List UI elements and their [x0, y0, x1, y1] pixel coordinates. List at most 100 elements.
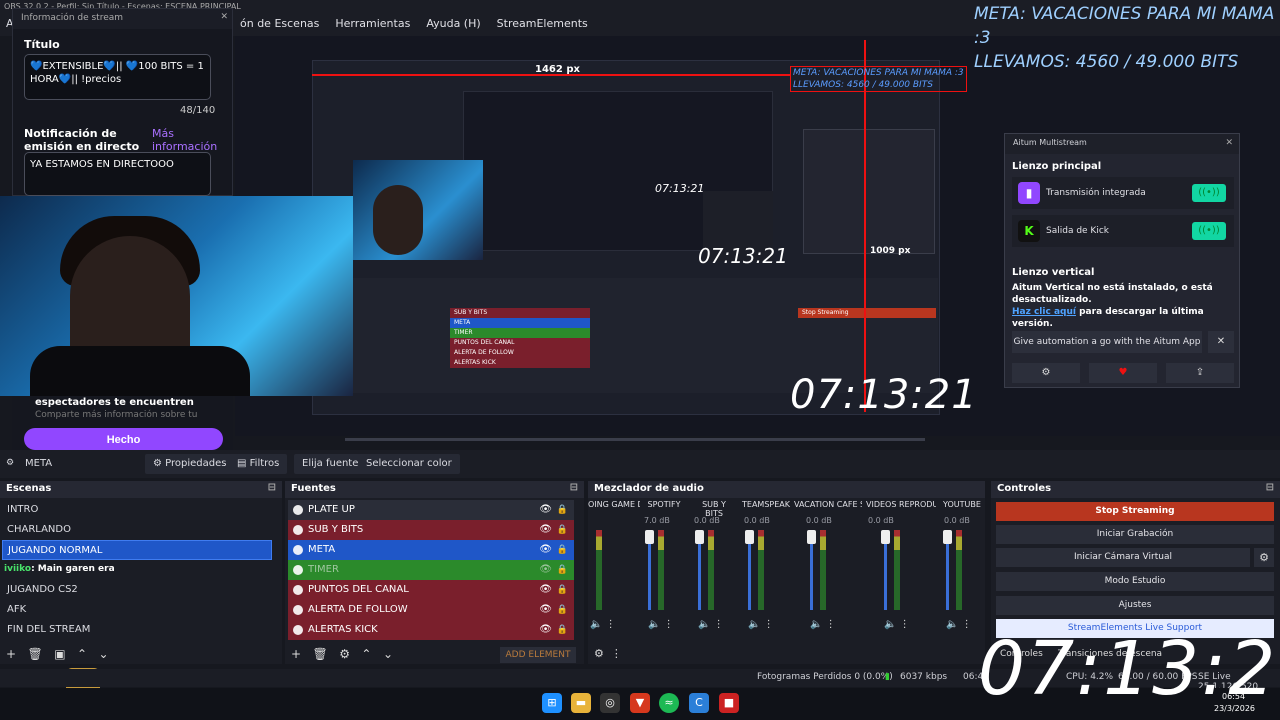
source-alertas-kick[interactable]: ALERTAS KICK 👁 🔒 — [288, 620, 574, 640]
app-red-icon[interactable]: ■ — [719, 693, 739, 713]
obs-icon[interactable]: ◎ — [600, 693, 620, 713]
properties-button[interactable]: ⚙ Propiedades — [145, 454, 235, 474]
filters-button[interactable]: ▤ Filtros — [229, 454, 288, 474]
visibility-eye-icon[interactable]: 👁 — [539, 620, 552, 640]
sources-title-label: Fuentes — [291, 483, 336, 494]
move-up-icon[interactable]: ⌃ — [77, 647, 87, 661]
source-alerta-de-follow[interactable]: ALERTA DE FOLLOW 👁 🔒 — [288, 600, 574, 620]
visibility-eye-icon[interactable]: 👁 — [539, 560, 552, 580]
mute-icon[interactable]: 🔈 ⋮ — [884, 619, 910, 630]
lock-icon[interactable]: 🔒 — [557, 600, 568, 620]
virtual-camera-settings-icon[interactable]: ⚙ — [1254, 548, 1274, 567]
lock-icon[interactable]: 🔒 — [557, 500, 568, 520]
remove-source-icon[interactable]: 🗑 — [313, 647, 328, 661]
select-color-button[interactable]: Seleccionar color — [358, 454, 460, 474]
fader-knob[interactable] — [943, 530, 952, 544]
meta-source-preview[interactable]: META: VACACIONES PARA MI MAMA :3 LLEVAMO… — [790, 66, 967, 92]
source-meta[interactable]: META 👁 🔒 — [288, 540, 574, 560]
brave-icon[interactable]: ▼ — [630, 693, 650, 713]
scene-intro[interactable]: INTRO — [2, 500, 272, 520]
lock-icon[interactable]: 🔒 — [557, 540, 568, 560]
aitum-close-icon[interactable]: ✕ — [1225, 138, 1233, 148]
source-timer[interactable]: TIMER 👁 🔒 — [288, 560, 574, 580]
pick-source-button[interactable]: Elija fuente — [294, 454, 367, 474]
fader-knob[interactable] — [645, 530, 654, 544]
stop-streaming-button[interactable]: Stop Streaming — [996, 502, 1274, 521]
mute-icon[interactable]: 🔈 ⋮ — [648, 619, 674, 630]
start-recording-button[interactable]: Iniciar Grabación — [996, 525, 1274, 544]
lock-icon[interactable]: 🔒 — [557, 560, 568, 580]
lock-icon[interactable]: 🔒 — [557, 580, 568, 600]
add-element-button[interactable]: ADD ELEMENT — [500, 647, 576, 663]
source-sub-y-bits[interactable]: SUB Y BITS 👁 🔒 — [288, 520, 574, 540]
controls-options-icon[interactable]: ⊟ — [1266, 482, 1274, 493]
source-puntos-label: PUNTOS DEL CANAL — [308, 584, 409, 595]
notif-input[interactable]: YA ESTAMOS EN DIRECTOOO — [24, 152, 211, 196]
mixer-settings-icon[interactable]: ⚙ — [594, 647, 604, 660]
aitum-share-icon[interactable]: ⇪ — [1166, 363, 1234, 383]
mute-icon[interactable]: 🔈 ⋮ — [810, 619, 836, 630]
visibility-eye-icon[interactable]: 👁 — [539, 500, 552, 520]
scene-afk[interactable]: AFK — [2, 600, 272, 620]
aitum-heart-icon[interactable]: ♥ — [1089, 363, 1157, 383]
add-source-icon[interactable]: + — [291, 647, 301, 661]
fader-knob[interactable] — [807, 530, 816, 544]
visibility-eye-icon[interactable]: 👁 — [539, 600, 552, 620]
source-down-icon[interactable]: ⌄ — [383, 647, 393, 661]
scene-jugando-cs2[interactable]: JUGANDO CS2 — [2, 580, 272, 600]
more-info-link[interactable]: Más información — [152, 127, 217, 153]
mute-icon[interactable]: 🔈 ⋮ — [946, 619, 972, 630]
kick-toggle-button[interactable]: ((•)) — [1192, 222, 1226, 240]
menu-help[interactable]: Ayuda (H) — [426, 17, 480, 30]
windows-start-icon[interactable]: ⊞ — [542, 693, 562, 713]
preview-scrollbar[interactable] — [345, 438, 925, 441]
fader-knob[interactable] — [881, 530, 890, 544]
remove-scene-icon[interactable]: 🗑 — [28, 647, 43, 661]
scene-charlando[interactable]: CHARLANDO — [2, 520, 272, 540]
aitum-give-automation-button[interactable]: Give automation a go with the Aitum App — [1012, 331, 1202, 353]
sources-title: Fuentes ⊟ — [285, 481, 584, 498]
aitum-dismiss-icon[interactable]: ✕ — [1208, 331, 1234, 353]
source-type-icon — [293, 605, 303, 615]
mute-icon[interactable]: 🔈 ⋮ — [748, 619, 774, 630]
sources-options-icon[interactable]: ⊟ — [570, 482, 578, 493]
source-up-icon[interactable]: ⌃ — [361, 647, 371, 661]
done-button[interactable]: Hecho — [24, 428, 223, 450]
mixer-menu-icon[interactable]: ⋮ — [611, 647, 622, 660]
visibility-eye-icon[interactable]: 👁 — [539, 580, 552, 600]
scene-fin-del-stream[interactable]: FIN DEL STREAM — [2, 620, 272, 640]
menu-scene-collection[interactable]: ón de Escenas — [240, 17, 319, 30]
properties-gear-icon: ⚙ — [153, 458, 166, 469]
fader-knob[interactable] — [695, 530, 704, 544]
title-input[interactable]: 💙EXTENSIBLE💙|| 💙100 BITS = 1 HORA💙|| !pr… — [24, 54, 211, 100]
fader-knob[interactable] — [745, 530, 754, 544]
spotify-icon[interactable]: ≈ — [659, 693, 679, 713]
source-puntos-del-canal[interactable]: PUNTOS DEL CANAL 👁 🔒 — [288, 580, 574, 600]
file-explorer-icon[interactable]: ▬ — [571, 693, 591, 713]
move-down-icon[interactable]: ⌄ — [99, 647, 109, 661]
meta-goal-line1: META: VACACIONES PARA MI MAMA :3 — [974, 4, 1275, 48]
lock-icon[interactable]: 🔒 — [557, 520, 568, 540]
add-scene-icon[interactable]: + — [6, 647, 16, 661]
twitch-toggle-button[interactable]: ((•)) — [1192, 184, 1226, 202]
settings-button[interactable]: Ajustes — [996, 596, 1274, 615]
aitum-settings-icon[interactable]: ⚙ — [1012, 363, 1080, 383]
dialog-close-icon[interactable]: ✕ — [220, 12, 228, 22]
scenes-options-icon[interactable]: ⊟ — [268, 482, 276, 493]
scene-jugando-normal[interactable]: JUGANDO NORMAL — [2, 540, 272, 560]
mute-icon[interactable]: 🔈 ⋮ — [590, 619, 616, 630]
visibility-eye-icon[interactable]: 👁 — [539, 520, 552, 540]
virtual-camera-button[interactable]: Iniciar Cámara Virtual — [996, 548, 1250, 567]
studio-mode-button[interactable]: Modo Estudio — [996, 572, 1274, 591]
menu-tools[interactable]: Herramientas — [335, 17, 410, 30]
lock-icon[interactable]: 🔒 — [557, 620, 568, 640]
visibility-eye-icon[interactable]: 👁 — [539, 540, 552, 560]
ccleaner-icon[interactable]: C — [689, 693, 709, 713]
aitum-click-here-link[interactable]: Haz clic aquí — [1012, 307, 1076, 317]
scene-filters-icon[interactable]: ▣ — [54, 647, 65, 661]
partial-text2: Comparte más información sobre tu — [35, 410, 198, 420]
mute-icon[interactable]: 🔈 ⋮ — [698, 619, 724, 630]
menu-streamelements[interactable]: StreamElements — [497, 17, 588, 30]
source-plate-up[interactable]: PLATE UP 👁 🔒 — [288, 500, 574, 520]
source-properties-icon[interactable]: ⚙ — [339, 647, 350, 661]
